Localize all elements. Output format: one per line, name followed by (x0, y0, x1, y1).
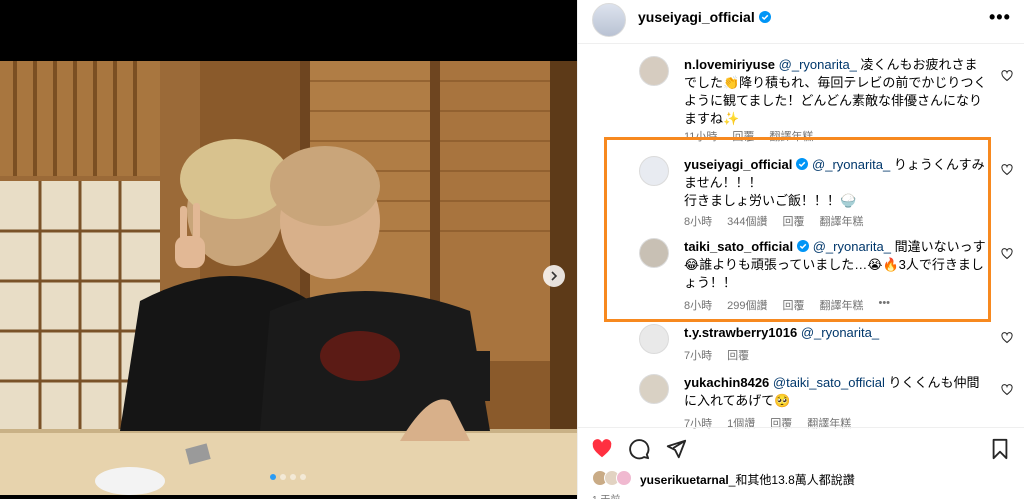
post-media (0, 0, 577, 499)
author-username[interactable]: yuseiyagi_official (638, 9, 755, 25)
liker-avatars (592, 470, 636, 488)
commenter-avatar[interactable] (639, 56, 669, 86)
author-avatar[interactable] (592, 3, 626, 37)
post-photo (0, 61, 577, 495)
comment-text: yukachin8426 @taiki_sato_official りくくんも仲… (684, 374, 988, 410)
comment-text: n.lovemiriyuse @_ryonarita_ 凌くんもお疲れさまでした… (684, 56, 988, 128)
carousel-dot (270, 474, 276, 480)
commenter-avatar[interactable] (639, 374, 669, 404)
verified-badge-icon (758, 11, 771, 23)
carousel-dots (270, 474, 306, 480)
comment-mention[interactable]: @_ryonarita_ (779, 57, 857, 72)
heart-outline-icon[interactable] (1001, 248, 1013, 260)
heart-filled-icon[interactable] (591, 438, 613, 460)
carousel-next-button[interactable] (543, 265, 565, 287)
liker-username[interactable]: yuserikuetarnal (640, 473, 729, 487)
post-header: yuseiyagi_official ••• (578, 0, 1024, 44)
likes-count-text[interactable]: _和其他13.8萬人都說讚 (729, 473, 855, 487)
liker-avatar (616, 470, 632, 486)
comment-text: t.y.strawberry1016 @_ryonarita_ (684, 324, 988, 342)
heart-outline-icon[interactable] (1001, 332, 1013, 344)
more-options-button[interactable]: ••• (989, 7, 1011, 28)
share-icon[interactable] (665, 438, 687, 460)
action-bar (578, 427, 1024, 467)
carousel-dot (280, 474, 286, 480)
comment-mention[interactable]: @taiki_sato_official (773, 375, 885, 390)
commenter-username[interactable]: n.lovemiriyuse (684, 57, 775, 72)
bookmark-icon[interactable] (989, 438, 1011, 460)
carousel-dot (290, 474, 296, 480)
likes-summary: yuserikuetarnal_和其他13.8萬人都說讚 (592, 470, 855, 488)
carousel-dot (300, 474, 306, 480)
heart-outline-icon[interactable] (1001, 164, 1013, 176)
commenter-username[interactable]: t.y.strawberry1016 (684, 325, 797, 340)
post-date[interactable]: 1 天前 (592, 491, 620, 499)
comment-mention[interactable]: @_ryonarita_ (801, 325, 879, 340)
comment-meta: 7小時 回覆 (684, 347, 749, 363)
highlight-annotation (604, 137, 991, 322)
chevron-right-icon (551, 271, 558, 281)
heart-outline-icon[interactable] (1001, 384, 1013, 396)
commenter-avatar[interactable] (639, 324, 669, 354)
reply-button[interactable]: 回覆 (727, 347, 749, 363)
comment-icon[interactable] (628, 438, 650, 460)
heart-outline-icon[interactable] (1001, 70, 1013, 82)
comment-time: 7小時 (684, 350, 713, 362)
commenter-username[interactable]: yukachin8426 (684, 375, 769, 390)
